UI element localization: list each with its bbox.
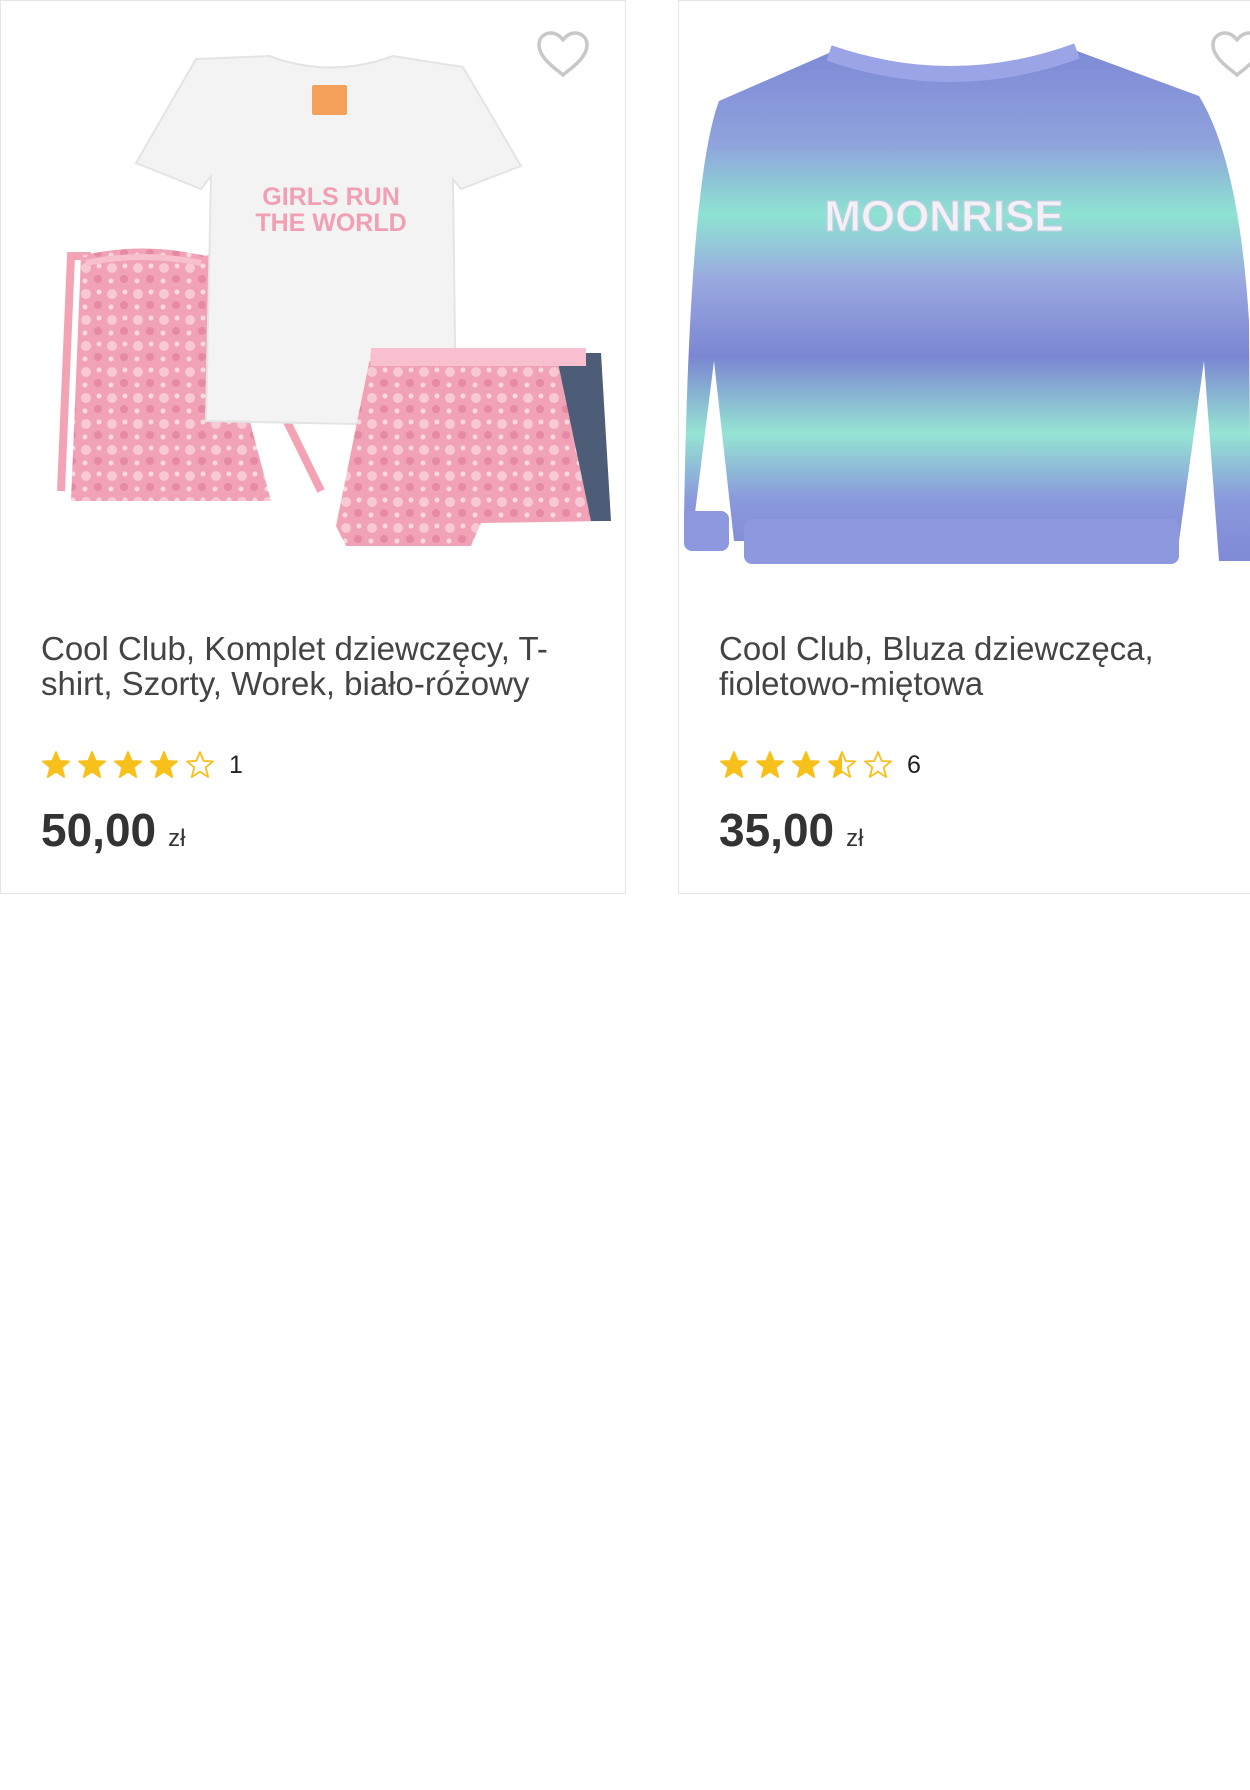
star-filled-icon bbox=[720, 751, 748, 778]
star-half-icon bbox=[828, 751, 856, 778]
star-filled-icon bbox=[78, 751, 106, 778]
product-rating: 6 bbox=[719, 748, 921, 782]
sweatshirt-graphic: MOONRISE bbox=[684, 43, 1250, 564]
rating-stars bbox=[719, 750, 899, 780]
star-filled-icon bbox=[150, 751, 178, 778]
tshirt-print-line2: THE WORLD bbox=[255, 209, 406, 237]
product-price: 50,00 zł bbox=[41, 803, 185, 857]
price-currency: zł bbox=[846, 825, 864, 852]
price-currency: zł bbox=[168, 825, 186, 852]
sweatshirt-print: MOONRISE bbox=[824, 192, 1064, 241]
heart-outline-icon bbox=[1211, 31, 1250, 77]
rating-stars bbox=[41, 750, 221, 780]
price-value: 35,00 bbox=[719, 804, 835, 856]
product-title[interactable]: Cool Club, Bluza dziewczęca, fioletowo-m… bbox=[719, 631, 1199, 701]
rating-count: 1 bbox=[229, 750, 243, 779]
tshirt-print-line1: GIRLS RUN bbox=[262, 183, 400, 211]
product-card[interactable]: MOONRISE Cool Club, Bluza dziewczęca, fi… bbox=[678, 0, 1250, 894]
product-card[interactable]: GIRLS RUN THE WORLD Cool Club, Komplet d… bbox=[0, 0, 626, 894]
add-to-favorites-button[interactable] bbox=[1209, 29, 1250, 81]
star-empty-icon bbox=[864, 751, 892, 778]
star-filled-icon bbox=[42, 751, 70, 778]
star-filled-icon bbox=[756, 751, 784, 778]
shorts-graphic bbox=[336, 348, 611, 546]
product-image[interactable]: MOONRISE bbox=[679, 1, 1250, 601]
price-value: 50,00 bbox=[41, 804, 157, 856]
star-filled-icon bbox=[792, 751, 820, 778]
product-price: 35,00 zł bbox=[719, 803, 863, 857]
product-grid: GIRLS RUN THE WORLD Cool Club, Komplet d… bbox=[0, 0, 1250, 900]
add-to-favorites-button[interactable] bbox=[535, 29, 591, 81]
product-rating: 1 bbox=[41, 748, 243, 782]
star-empty-icon bbox=[186, 751, 214, 778]
product-title[interactable]: Cool Club, Komplet dziewczęcy, T-shirt, … bbox=[41, 631, 581, 701]
star-filled-icon bbox=[114, 751, 142, 778]
rating-count: 6 bbox=[907, 750, 921, 779]
product-image[interactable]: GIRLS RUN THE WORLD bbox=[1, 1, 625, 601]
heart-outline-icon bbox=[537, 31, 589, 77]
